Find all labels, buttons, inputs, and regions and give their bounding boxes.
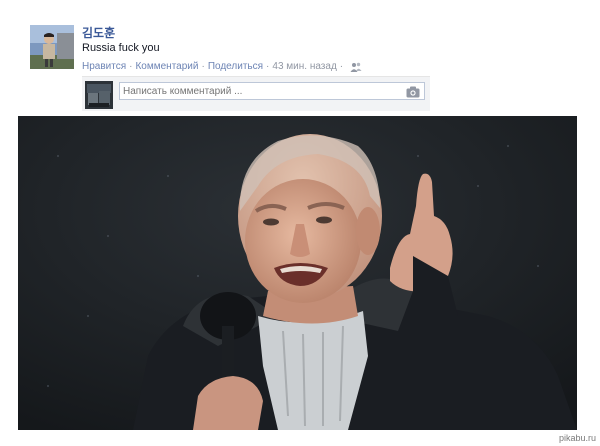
watermark: pikabu.ru <box>558 433 596 443</box>
friends-icon[interactable] <box>350 62 362 72</box>
facebook-post: 김도훈 Russia fuck you Нравится · Комментар… <box>0 0 600 446</box>
comment-link[interactable]: Комментарий <box>135 61 198 72</box>
post-text: Russia fuck you <box>82 42 160 54</box>
post-actions: Нравится · Комментарий · Поделиться · 43… <box>82 61 362 72</box>
camera-icon[interactable] <box>406 85 420 98</box>
comment-box <box>82 76 430 111</box>
like-link[interactable]: Нравится <box>82 61 126 72</box>
commenter-avatar-image <box>85 81 113 109</box>
post-photo[interactable] <box>18 116 577 430</box>
comment-input[interactable] <box>119 82 425 100</box>
post-photo-image <box>18 116 577 430</box>
author-avatar[interactable] <box>30 25 74 69</box>
commenter-avatar <box>85 81 113 109</box>
post-timestamp[interactable]: 43 мин. назад <box>272 61 336 72</box>
author-name[interactable]: 김도훈 <box>82 24 115 41</box>
separator: · <box>201 61 205 72</box>
share-link[interactable]: Поделиться <box>208 61 263 72</box>
separator: · <box>266 61 270 72</box>
separator: · <box>339 61 344 72</box>
separator: · <box>129 61 133 72</box>
author-avatar-image <box>30 25 74 69</box>
